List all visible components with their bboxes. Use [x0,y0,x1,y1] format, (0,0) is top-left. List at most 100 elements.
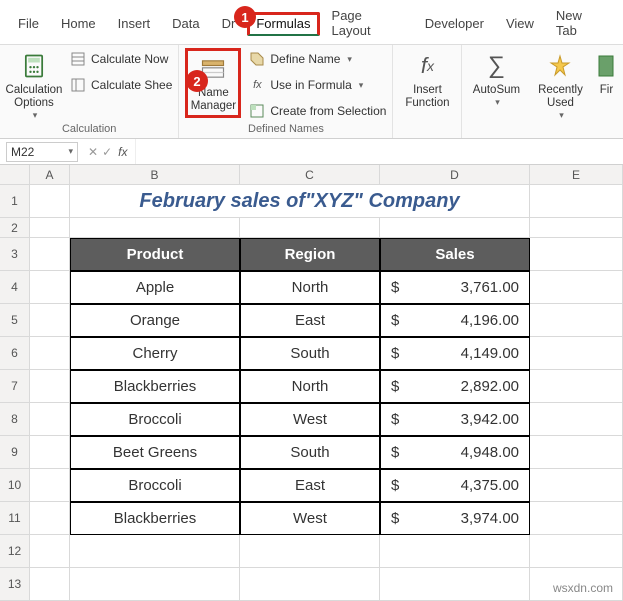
cell[interactable] [30,185,70,218]
row-header[interactable]: 11 [0,502,30,535]
cell[interactable] [530,535,623,568]
row-header[interactable]: 8 [0,403,30,436]
create-from-selection-button[interactable]: Create from Selection [249,100,386,122]
cell[interactable] [30,337,70,370]
recently-used-button[interactable]: Recently Used ▾ [532,48,588,121]
col-header-b[interactable]: B [70,165,240,185]
table-cell-sales[interactable]: $4,149.00 [380,337,530,370]
tab-data[interactable]: Data [162,12,209,37]
row-header[interactable]: 6 [0,337,30,370]
table-cell-sales[interactable]: $3,974.00 [380,502,530,535]
tab-home[interactable]: Home [51,12,106,37]
tab-formulas[interactable]: Formulas [247,12,319,36]
cell[interactable] [240,568,380,601]
table-cell-product[interactable]: Broccoli [70,403,240,436]
row-header[interactable]: 10 [0,469,30,502]
table-cell-region[interactable]: South [240,337,380,370]
table-cell-sales[interactable]: $4,375.00 [380,469,530,502]
cell[interactable] [530,238,623,271]
row-header[interactable]: 7 [0,370,30,403]
tab-insert[interactable]: Insert [108,12,161,37]
tab-page-layout[interactable]: Page Layout [322,4,413,44]
tab-new-tab[interactable]: New Tab [546,4,615,44]
table-header-sales[interactable]: Sales [380,238,530,271]
cell[interactable] [530,185,623,218]
cell[interactable] [530,304,623,337]
cell[interactable] [30,403,70,436]
calculate-now-button[interactable]: Calculate Now [70,48,172,70]
row-header[interactable]: 4 [0,271,30,304]
cell[interactable] [530,370,623,403]
select-all-corner[interactable] [0,165,30,185]
cell[interactable] [240,218,380,238]
calculation-options-button[interactable]: Calculation Options ▾ [6,48,62,121]
table-cell-region[interactable]: North [240,370,380,403]
cell[interactable] [240,535,380,568]
table-cell-sales[interactable]: $4,196.00 [380,304,530,337]
use-in-formula-button[interactable]: fx Use in Formula ▾ [249,74,386,96]
table-cell-region[interactable]: East [240,469,380,502]
autosum-button[interactable]: ∑ AutoSum ▾ [468,48,524,108]
col-header-c[interactable]: C [240,165,380,185]
table-cell-sales[interactable]: $2,892.00 [380,370,530,403]
cell[interactable] [530,403,623,436]
cell[interactable] [70,568,240,601]
cell[interactable] [380,535,530,568]
cell[interactable] [30,271,70,304]
cell[interactable] [30,436,70,469]
table-header-product[interactable]: Product [70,238,240,271]
row-header[interactable]: 12 [0,535,30,568]
cell[interactable] [30,218,70,238]
cell[interactable] [70,535,240,568]
row-header[interactable]: 5 [0,304,30,337]
table-cell-region[interactable]: North [240,271,380,304]
table-cell-region[interactable]: East [240,304,380,337]
cell[interactable] [30,238,70,271]
table-cell-product[interactable]: Cherry [70,337,240,370]
cell[interactable] [530,271,623,304]
cell[interactable] [30,568,70,601]
row-header[interactable]: 9 [0,436,30,469]
cell[interactable] [30,502,70,535]
sheet-title[interactable]: February sales of"XYZ" Company [70,185,530,218]
cell[interactable] [530,502,623,535]
define-name-button[interactable]: Define Name ▾ [249,48,386,70]
row-header[interactable]: 2 [0,218,30,238]
tab-developer[interactable]: Developer [415,12,494,37]
col-header-e[interactable]: E [530,165,623,185]
name-box[interactable]: M22 ▾ [6,142,78,162]
cell[interactable] [30,304,70,337]
tab-view[interactable]: View [496,12,544,37]
table-cell-region[interactable]: West [240,502,380,535]
table-cell-region[interactable]: South [240,436,380,469]
table-cell-product[interactable]: Broccoli [70,469,240,502]
table-cell-region[interactable]: West [240,403,380,436]
table-cell-sales[interactable]: $4,948.00 [380,436,530,469]
insert-function-button[interactable]: fx Insert Function [399,48,455,110]
cell[interactable] [70,218,240,238]
col-header-d[interactable]: D [380,165,530,185]
row-header[interactable]: 3 [0,238,30,271]
formula-input[interactable] [135,139,623,164]
table-cell-product[interactable]: Beet Greens [70,436,240,469]
financial-button[interactable]: Fir [596,48,616,97]
cell[interactable] [530,436,623,469]
table-cell-product[interactable]: Apple [70,271,240,304]
cell[interactable] [30,535,70,568]
cancel-icon[interactable]: ✕ [88,145,98,159]
calculate-sheet-button[interactable]: Calculate Shee [70,74,172,96]
cell[interactable] [30,370,70,403]
tab-file[interactable]: File [8,12,49,37]
cell[interactable] [30,469,70,502]
cell[interactable] [530,469,623,502]
cell[interactable] [530,218,623,238]
confirm-icon[interactable]: ✓ [102,145,112,159]
table-header-region[interactable]: Region [240,238,380,271]
cell[interactable] [530,337,623,370]
table-cell-product[interactable]: Blackberries [70,370,240,403]
row-header[interactable]: 13 [0,568,30,601]
fx-label[interactable]: fx [118,145,135,159]
table-cell-sales[interactable]: $3,761.00 [380,271,530,304]
table-cell-product[interactable]: Blackberries [70,502,240,535]
table-cell-sales[interactable]: $3,942.00 [380,403,530,436]
